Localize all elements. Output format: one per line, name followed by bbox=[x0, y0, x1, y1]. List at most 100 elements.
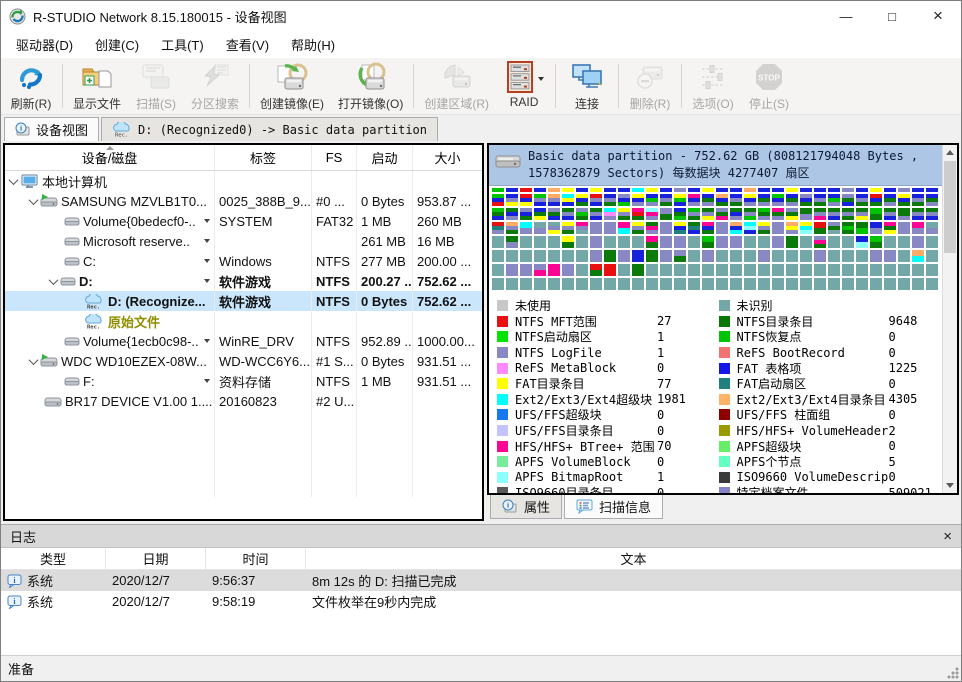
scan-block bbox=[688, 236, 700, 248]
menu-item-view-menu[interactable]: 查看(V) bbox=[215, 31, 280, 58]
device-dropdown-arrow[interactable] bbox=[204, 279, 210, 283]
scan-block bbox=[660, 188, 672, 192]
device-row[interactable]: WDC WD10EZEX-08W...WD-WCC6Y6...#1 S...0 … bbox=[5, 351, 482, 371]
close-button[interactable]: × bbox=[915, 1, 961, 31]
show-files-icon bbox=[81, 63, 113, 95]
create-image-button[interactable]: 创建镜像(E) bbox=[253, 60, 331, 112]
connect-button[interactable]: 连接 bbox=[559, 60, 615, 112]
expander-chevron[interactable] bbox=[49, 275, 59, 285]
legend-item: 特定档案文件509021 bbox=[719, 485, 941, 493]
expander-chevron[interactable] bbox=[9, 175, 19, 185]
scan-scrollbar[interactable] bbox=[942, 145, 957, 493]
scan-block bbox=[744, 222, 756, 234]
expander-chevron[interactable] bbox=[29, 355, 39, 365]
toolbar-separator bbox=[249, 64, 250, 108]
device-dropdown-arrow[interactable] bbox=[204, 379, 210, 383]
log-close-button[interactable]: × bbox=[943, 528, 952, 545]
legend-label: UFS/FFS目录条目 bbox=[515, 422, 657, 439]
log-column-header-2[interactable]: 时间 bbox=[206, 548, 306, 569]
log-table-header: 类型日期时间文本 bbox=[1, 548, 961, 570]
raid-dropdown-arrow[interactable] bbox=[538, 77, 544, 81]
minimize-button[interactable]: — bbox=[823, 1, 869, 31]
scan-block bbox=[702, 250, 714, 262]
scan-block bbox=[814, 236, 826, 248]
column-header-1[interactable]: 标签 bbox=[215, 145, 312, 170]
refresh-button[interactable]: 刷新(R) bbox=[3, 60, 59, 112]
menu-item-create-menu[interactable]: 创建(C) bbox=[84, 31, 150, 58]
scan-block bbox=[716, 222, 728, 234]
raid-button[interactable]: RAID bbox=[496, 60, 552, 112]
scan-block bbox=[716, 264, 728, 276]
scroll-down-arrow[interactable] bbox=[943, 478, 957, 493]
device-dropdown-arrow[interactable] bbox=[204, 339, 210, 343]
device-row[interactable]: Rec.D: (Recognize...软件游戏NTFS0 Bytes752.6… bbox=[5, 291, 482, 311]
log-column-header-1[interactable]: 日期 bbox=[106, 548, 206, 569]
log-row[interactable]: i系统2020/12/79:56:378m 12s 的 D: 扫描已完成 bbox=[1, 570, 961, 591]
device-row[interactable]: 本地计算机 bbox=[5, 171, 482, 191]
legend-label: Ext2/Ext3/Ext4超级块 bbox=[515, 391, 657, 408]
legend-item: ISO9660目录条目0 bbox=[497, 485, 719, 493]
scroll-thumb[interactable] bbox=[944, 161, 956, 253]
device-size: 752.62 ... bbox=[413, 271, 482, 291]
device-row[interactable]: C:WindowsNTFS277 MB200.00 ... bbox=[5, 251, 482, 271]
svg-text:i: i bbox=[507, 501, 509, 510]
tab-properties[interactable]: i属性 bbox=[490, 495, 562, 519]
device-size: 752.62 ... bbox=[413, 291, 482, 311]
show-files-button[interactable]: 显示文件 bbox=[66, 60, 128, 112]
scan-block bbox=[646, 208, 658, 220]
scan-block bbox=[730, 194, 742, 206]
resize-grip[interactable] bbox=[947, 667, 959, 679]
log-column-header-3[interactable]: 文本 bbox=[306, 548, 961, 569]
column-header-2[interactable]: FS bbox=[312, 145, 357, 170]
device-dropdown-arrow[interactable] bbox=[204, 239, 210, 243]
device-row[interactable]: SAMSUNG MZVLB1T0...0025_388B_9...#0 ...0… bbox=[5, 191, 482, 211]
device-row[interactable]: Rec.原始文件 bbox=[5, 311, 482, 331]
column-header-0[interactable]: 设备/磁盘 bbox=[5, 145, 215, 170]
tab-recognized-partition[interactable]: Rec.D: (Recognized0) -> Basic data parti… bbox=[101, 117, 438, 141]
tab-scan-info[interactable]: 扫描信息 bbox=[564, 495, 663, 519]
legend-count: 0 bbox=[657, 486, 664, 493]
expander-chevron[interactable] bbox=[29, 195, 39, 205]
device-dropdown-arrow[interactable] bbox=[204, 259, 210, 263]
toolbar-separator bbox=[681, 64, 682, 108]
scan-block bbox=[548, 278, 560, 290]
column-header-4[interactable]: 大小 bbox=[413, 145, 482, 170]
scan-info-panel: Basic data partition - 752.62 GB (808121… bbox=[487, 143, 959, 495]
scan-block-map bbox=[489, 186, 942, 293]
scan-block bbox=[576, 188, 588, 192]
log-time-cell: 9:58:19 bbox=[206, 591, 306, 612]
scan-block bbox=[758, 194, 770, 206]
menu-item-tools-menu[interactable]: 工具(T) bbox=[150, 31, 215, 58]
device-row[interactable]: F:资料存储NTFS1 MB931.51 ... bbox=[5, 371, 482, 391]
scan-block bbox=[520, 194, 532, 206]
legend-count: 0 bbox=[889, 377, 896, 391]
menu-item-help-menu[interactable]: 帮助(H) bbox=[280, 31, 346, 58]
device-row[interactable]: BR17 DEVICE V1.00 1....20160823#2 U... bbox=[5, 391, 482, 411]
scan-block bbox=[814, 278, 826, 290]
device-row[interactable]: Microsoft reserve..261 MB16 MB bbox=[5, 231, 482, 251]
device-row[interactable]: Volume{1ecb0c98-..WinRE_DRVNTFS952.89 ..… bbox=[5, 331, 482, 351]
view-tab-bar: i设备视图Rec.D: (Recognized0) -> Basic data … bbox=[1, 115, 961, 141]
tab-device-view[interactable]: i设备视图 bbox=[4, 117, 99, 141]
rec-icon: Rec. bbox=[112, 122, 133, 137]
scan-block bbox=[716, 194, 728, 206]
device-row[interactable]: D:软件游戏NTFS200.27 ...752.62 ... bbox=[5, 271, 482, 291]
device-label: SYSTEM bbox=[215, 211, 312, 231]
legend-item: 未识别 bbox=[719, 298, 941, 314]
scan-block bbox=[660, 278, 672, 290]
log-row[interactable]: i系统2020/12/79:58:19文件枚举在9秒内完成 bbox=[1, 591, 961, 612]
scan-panel-tabs: i属性扫描信息 bbox=[487, 495, 959, 521]
device-start: 1 MB bbox=[357, 371, 413, 391]
device-dropdown-arrow[interactable] bbox=[204, 219, 210, 223]
open-image-button[interactable]: 打开镜像(O) bbox=[331, 60, 410, 112]
menu-item-drive-menu[interactable]: 驱动器(D) bbox=[5, 31, 84, 58]
legend-label: UFS/FFS 柱面组 bbox=[737, 406, 889, 423]
scan-block bbox=[646, 250, 658, 262]
column-header-3[interactable]: 启动 bbox=[357, 145, 413, 170]
scan-block bbox=[702, 264, 714, 276]
scroll-up-arrow[interactable] bbox=[943, 145, 957, 160]
log-column-header-0[interactable]: 类型 bbox=[1, 548, 106, 569]
maximize-button[interactable]: □ bbox=[869, 1, 915, 31]
device-row[interactable]: Volume{0bedecf0-..SYSTEMFAT321 MB260 MB bbox=[5, 211, 482, 231]
scan-block bbox=[604, 222, 616, 234]
